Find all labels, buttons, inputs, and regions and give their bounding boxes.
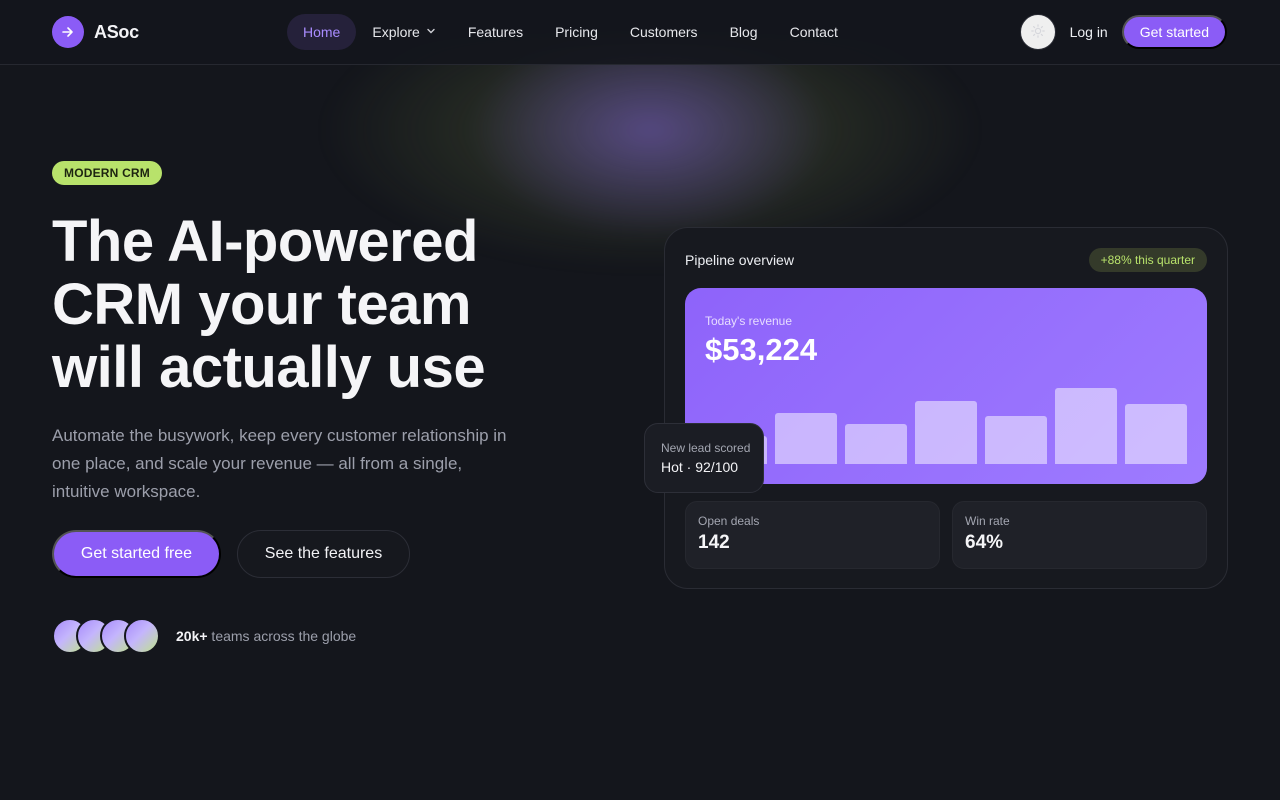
stat-open-deals: Open deals 142 [685, 501, 940, 569]
nav-link-explore[interactable]: Explore [356, 14, 451, 50]
nav-link-label: Customers [629, 24, 698, 40]
nav-link-label: Blog [729, 24, 758, 40]
see-features-button[interactable]: See the features [237, 530, 410, 578]
revenue-bar [1125, 404, 1187, 464]
get-started-button[interactable]: Get started [1121, 15, 1227, 49]
nav-link-pricing[interactable]: Pricing [539, 14, 614, 50]
nav-link-label: Explore [372, 24, 420, 40]
pipeline-card: Pipeline overview +88% this quarter Toda… [664, 227, 1228, 589]
nav-link-features[interactable]: Features [452, 14, 539, 50]
sun-icon [1030, 23, 1045, 41]
nav-link-contact[interactable]: Contact [774, 14, 854, 50]
social-proof: 20k+ teams across the globe [52, 618, 356, 654]
social-caption: teams across the globe [207, 628, 357, 644]
social-count: 20k+ [176, 628, 208, 644]
revenue-value: $53,224 [705, 332, 818, 367]
revenue-label: Today's revenue [705, 314, 793, 328]
stat-value: 142 [698, 532, 730, 553]
landing-page: ASoc Home Explore Features Pricing Custo… [0, 0, 1280, 800]
theme-toggle-button[interactable] [1019, 14, 1056, 50]
card-title: Pipeline overview [685, 252, 794, 268]
avatar-stack [52, 618, 160, 654]
tooltip-label: New lead scored [661, 441, 751, 455]
nav-link-blog[interactable]: Blog [714, 14, 774, 50]
nav-links: Home Explore Features Pricing Customers … [287, 14, 854, 50]
category-badge: MODERN CRM [52, 161, 162, 185]
stat-label: Open deals [698, 514, 760, 528]
hero-headline: The AI-powered CRM your team will actual… [52, 209, 486, 400]
top-nav: ASoc Home Explore Features Pricing Custo… [0, 0, 1280, 65]
nav-link-customers[interactable]: Customers [614, 14, 714, 50]
stat-label: Win rate [965, 514, 1010, 528]
arrow-right-icon [52, 16, 84, 48]
logo[interactable]: ASoc [52, 16, 139, 48]
stat-value: 64% [965, 532, 1004, 553]
nav-link-label: Home [303, 24, 341, 40]
revenue-bars [705, 374, 1187, 464]
nav-link-label: Pricing [555, 24, 598, 40]
stat-win-rate: Win rate 64% [952, 501, 1207, 569]
revenue-bar [985, 416, 1047, 464]
tooltip-value: Hot · 92/100 [661, 459, 739, 475]
social-proof-text: 20k+ teams across the globe [176, 628, 356, 644]
lead-score-tooltip: New lead scored Hot · 92/100 [644, 423, 764, 493]
avatar [124, 618, 160, 654]
revenue-bar [1055, 388, 1117, 464]
nav-link-home[interactable]: Home [287, 14, 357, 50]
chevron-down-icon [426, 26, 436, 39]
revenue-bar [915, 401, 977, 464]
growth-badge: +88% this quarter [1088, 248, 1207, 272]
revenue-bar [775, 413, 837, 464]
get-started-free-button[interactable]: Get started free [52, 530, 221, 578]
nav-actions: Log in Get started [1019, 14, 1227, 50]
hero-subtitle: Automate the busywork, keep every custom… [52, 426, 507, 501]
brand-name: ASoc [94, 21, 139, 42]
nav-link-label: Features [467, 24, 524, 40]
revenue-bar [845, 424, 907, 464]
login-link[interactable]: Log in [1068, 24, 1110, 40]
nav-link-label: Contact [789, 24, 838, 40]
